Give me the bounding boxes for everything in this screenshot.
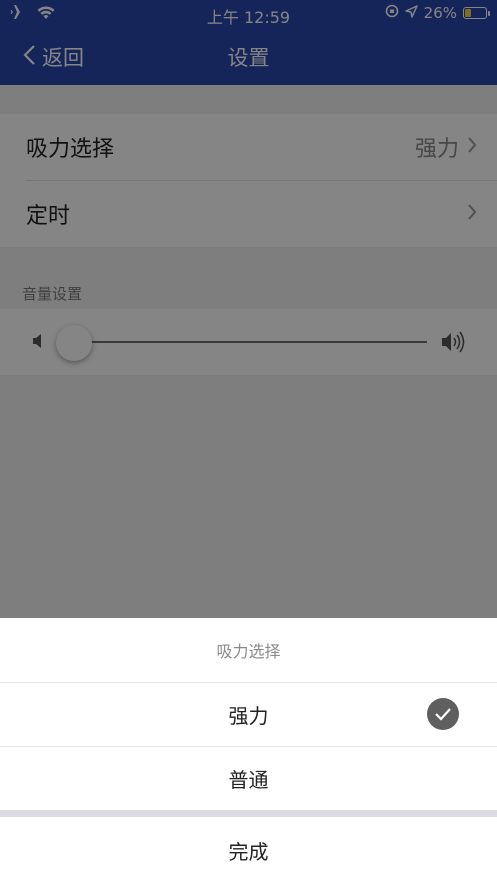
screen: 上午 12:59 26% 返回 设置 吸力选择 强力 定时 音量设置 吸力选择 … <box>0 0 497 883</box>
checkmark-icon <box>427 698 459 730</box>
done-button[interactable]: 完成 <box>0 817 497 883</box>
option-strong[interactable]: 强力 <box>0 683 497 746</box>
sheet-title: 吸力选择 <box>216 642 281 661</box>
done-label: 完成 <box>228 839 269 864</box>
option-normal[interactable]: 普通 <box>0 747 497 810</box>
option-label: 普通 <box>228 768 269 792</box>
action-sheet: 吸力选择 强力 普通 完成 <box>0 618 497 883</box>
sheet-options-block: 吸力选择 强力 普通 <box>0 618 497 810</box>
option-label: 强力 <box>228 704 269 728</box>
